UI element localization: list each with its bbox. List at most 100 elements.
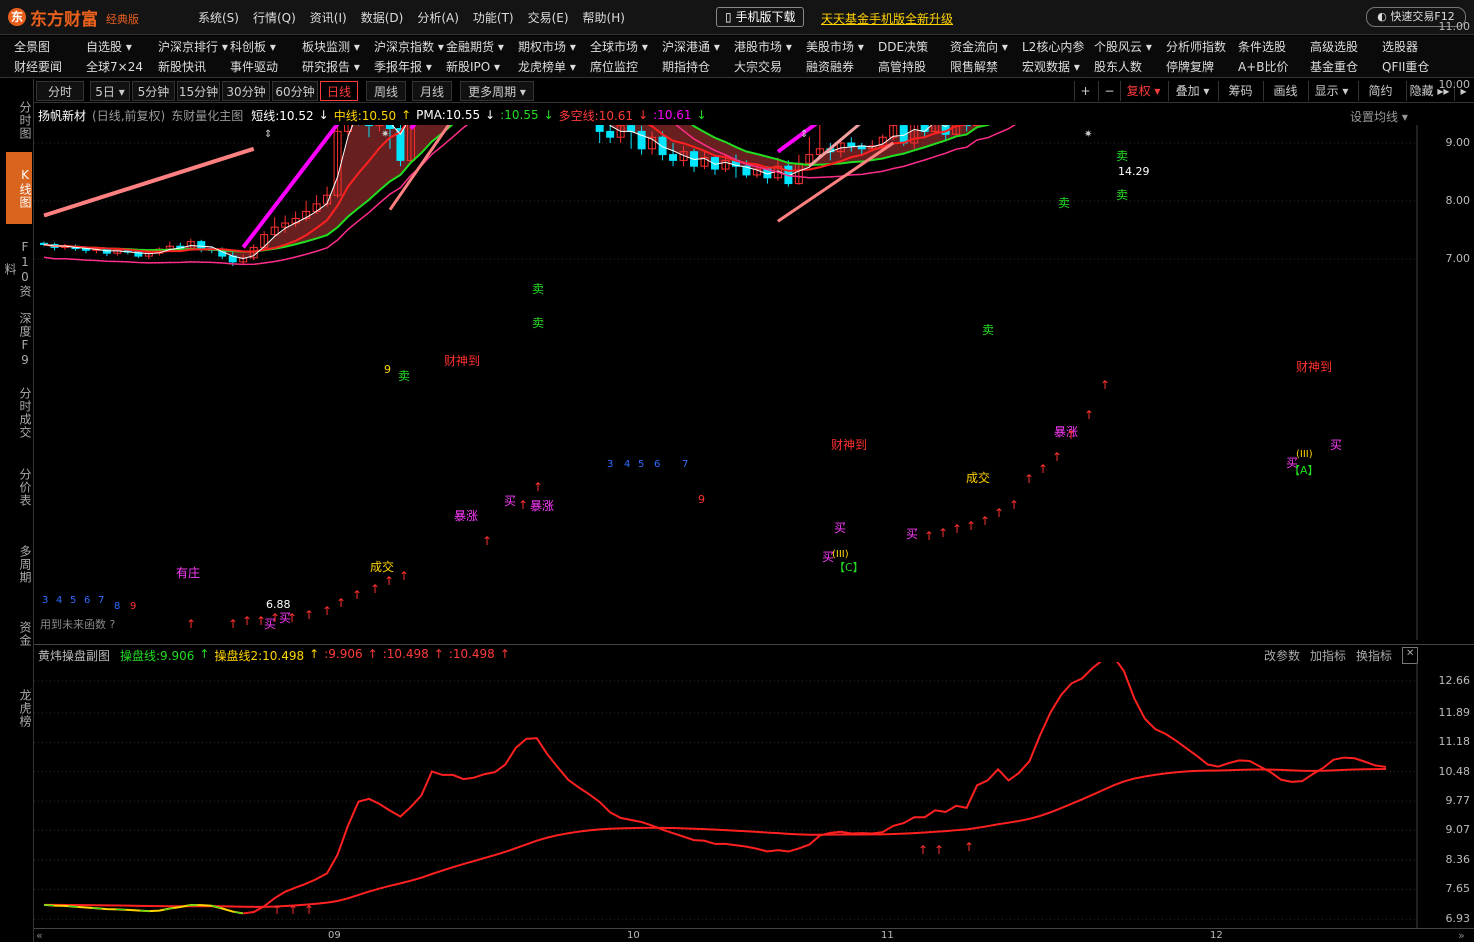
nav-item[interactable]: 新股IPO ▾ [446,58,518,77]
brand-name: 东方财富 [30,9,98,30]
nav-item[interactable]: 融资融券 [806,58,878,77]
menu-item-analysis[interactable]: 分析(A) [417,9,459,26]
nav-item[interactable]: 龙虎榜单 ▾ [518,58,590,77]
period-tab[interactable]: 5日 ▾ [90,81,130,101]
nav-item[interactable]: 港股市场 ▾ [734,38,806,57]
nav-item[interactable]: 宏观数据 ▾ [1022,58,1094,77]
wave-count: 9 [384,363,391,376]
sidebar-tab[interactable]: F10资料 [3,238,32,300]
template-name[interactable]: 东财量化主图 [171,107,243,124]
nav-item[interactable]: 期权市场 ▾ [518,38,590,57]
nav-item[interactable]: 科创板 ▾ [230,38,302,57]
menu-item-system[interactable]: 系统(S) [198,9,239,26]
indicator-chart[interactable]: ↑ ↑ ↑ ↑ ↑ ↑ [34,662,1418,928]
nav-item[interactable]: 事件驱动 [230,58,302,77]
menu-item-quotes[interactable]: 行情(Q) [253,9,296,26]
menu-item-news[interactable]: 资讯(I) [310,9,347,26]
menu-item-functions[interactable]: 功能(T) [473,9,514,26]
nav-item[interactable]: L2核心内参 [1022,38,1094,57]
nav-item[interactable]: 全景图 [14,38,86,57]
nav-item[interactable]: 板块监测 ▾ [302,38,374,57]
period-tab[interactable]: 分时 [36,81,84,101]
chart-tool-button[interactable]: 叠加 ▾ [1168,81,1216,101]
nav-item[interactable]: 个股风云 ▾ [1094,38,1166,57]
nav-item[interactable]: 沪深京指数 ▾ [374,38,446,57]
sidebar-tab[interactable]: 分价表 [6,458,32,516]
sidebar-tab[interactable]: 多周期 [6,532,32,596]
chart-tool-button[interactable]: 画线 [1263,81,1307,101]
indicator-tick-label: 6.93 [1445,912,1471,926]
chart-tool-button[interactable]: 简约 [1358,81,1402,101]
candle-body [606,130,615,138]
buy-arrow-icon: ↑ [336,596,346,610]
nav-item[interactable]: 期指持仓 [662,58,734,77]
nav-item[interactable]: 选股器 [1382,38,1454,57]
view-sidebar: 分时图 K线图 F10资料深度F9 分时成交分价表多周期资金龙虎榜 [0,79,34,942]
nav-item[interactable]: 资金流向 ▾ [950,38,1022,57]
nav-item[interactable]: 限售解禁 [950,58,1022,77]
nav-item[interactable]: 高管持股 [878,58,950,77]
sidebar-tab[interactable]: 分时图 [6,90,32,150]
period-tab[interactable]: 5分钟 [132,81,175,101]
chart-tool-button[interactable]: − [1098,81,1120,101]
nav-item[interactable]: 分析师指数 [1166,38,1238,57]
scroll-left-icon[interactable]: « [36,929,43,942]
nav-item[interactable]: 财经要闻 [14,58,86,77]
period-tab[interactable]: 月线 [412,81,452,101]
nav-item[interactable]: 大宗交易 [734,58,806,77]
nav-item[interactable]: DDE决策 [878,38,950,57]
sidebar-tab[interactable]: 深度F9 [6,312,32,368]
nav-item[interactable]: 高级选股 [1310,38,1382,57]
chart-tool-button[interactable]: 复权 ▾ [1120,81,1166,101]
scroll-right-icon[interactable]: » [1458,929,1465,942]
ma-settings-button[interactable]: 设置均线 ▾ [1350,108,1408,125]
nav-item[interactable]: 季报年报 ▾ [374,58,446,77]
kline-chart[interactable]: 14.296.88卖卖卖卖卖卖卖买 买买买 买买买买财神到财神到财神到暴涨暴涨暴涨成… [34,125,1418,640]
period-tab[interactable]: 60分钟 [272,81,318,101]
chart-tool-button[interactable]: 显示 ▾ [1308,81,1354,101]
nav-item[interactable]: 研究报告 ▾ [302,58,374,77]
nav-item[interactable]: 新股快讯 [158,58,230,77]
nav-item[interactable]: QFII重仓 [1382,58,1454,77]
period-tab[interactable]: 15分钟 [177,81,220,101]
marker-icon: ✷ [381,129,389,140]
nav-item[interactable]: 美股市场 ▾ [806,38,878,57]
buy-arrow-icon: ↑ [304,608,314,622]
menu-item-data[interactable]: 数据(D) [361,9,404,26]
nav-item[interactable]: 全球市场 ▾ [590,38,662,57]
buy-arrow-icon: ↑ [242,614,252,628]
nav-item[interactable]: A+B比价 [1238,58,1310,77]
period-tab[interactable]: 日线 [320,81,358,101]
caishen-signal: 财神到 [831,438,867,452]
nav-item[interactable]: 金融期货 ▾ [446,38,518,57]
menu-item-help[interactable]: 帮助(H) [583,9,625,26]
chart-tool-button[interactable]: 筹码 [1218,81,1262,101]
nav-item[interactable]: 席位监控 [590,58,662,77]
nav-item[interactable]: 沪深京排行 ▾ [158,38,230,57]
market-navbar: 全景图 自选股 ▾ 沪深京排行 ▾ 科创板 ▾ 板块监测 ▾ 沪深京指数 ▾ 金融期货 ▾ 期… [0,36,1474,78]
nav-item[interactable]: 沪深港通 ▾ [662,38,734,57]
sidebar-tab[interactable]: 分时成交 [6,380,32,446]
period-tab[interactable]: 30分钟 [222,81,270,101]
marker-icon: ⇕ [264,129,272,140]
buy-arrow-icon: ↑ [256,614,266,628]
chart-tool-button[interactable]: + [1074,81,1096,101]
menu-item-trade[interactable]: 交易(E) [528,9,569,26]
indicator-tick-label: 8.36 [1445,852,1471,866]
buy-arrow-icon: ↑ [918,843,928,857]
period-tab[interactable]: 更多周期 ▾ [460,81,534,101]
nav-item[interactable]: 基金重仓 [1310,58,1382,77]
nav-item[interactable]: 条件选股 [1238,38,1310,57]
nav-item[interactable]: 全球7×24 [86,58,158,77]
sidebar-tab[interactable]: K线图 [6,152,32,224]
wave-count: 5 [70,595,76,606]
nav-item[interactable]: 股东人数 [1094,58,1166,77]
nav-item[interactable]: 自选股 ▾ [86,38,158,57]
wave-count: 8 [114,601,120,612]
mobile-download-button[interactable]: ▯ 手机版下载 [716,7,805,27]
sidebar-tab[interactable]: 龙虎榜 [6,682,32,734]
fund-promo-link[interactable]: 天天基金手机版全新升级 [821,10,953,27]
sidebar-tab[interactable]: 资金 [6,612,32,656]
nav-item[interactable]: 停牌复牌 [1166,58,1238,77]
period-tab[interactable]: 周线 [366,81,406,101]
